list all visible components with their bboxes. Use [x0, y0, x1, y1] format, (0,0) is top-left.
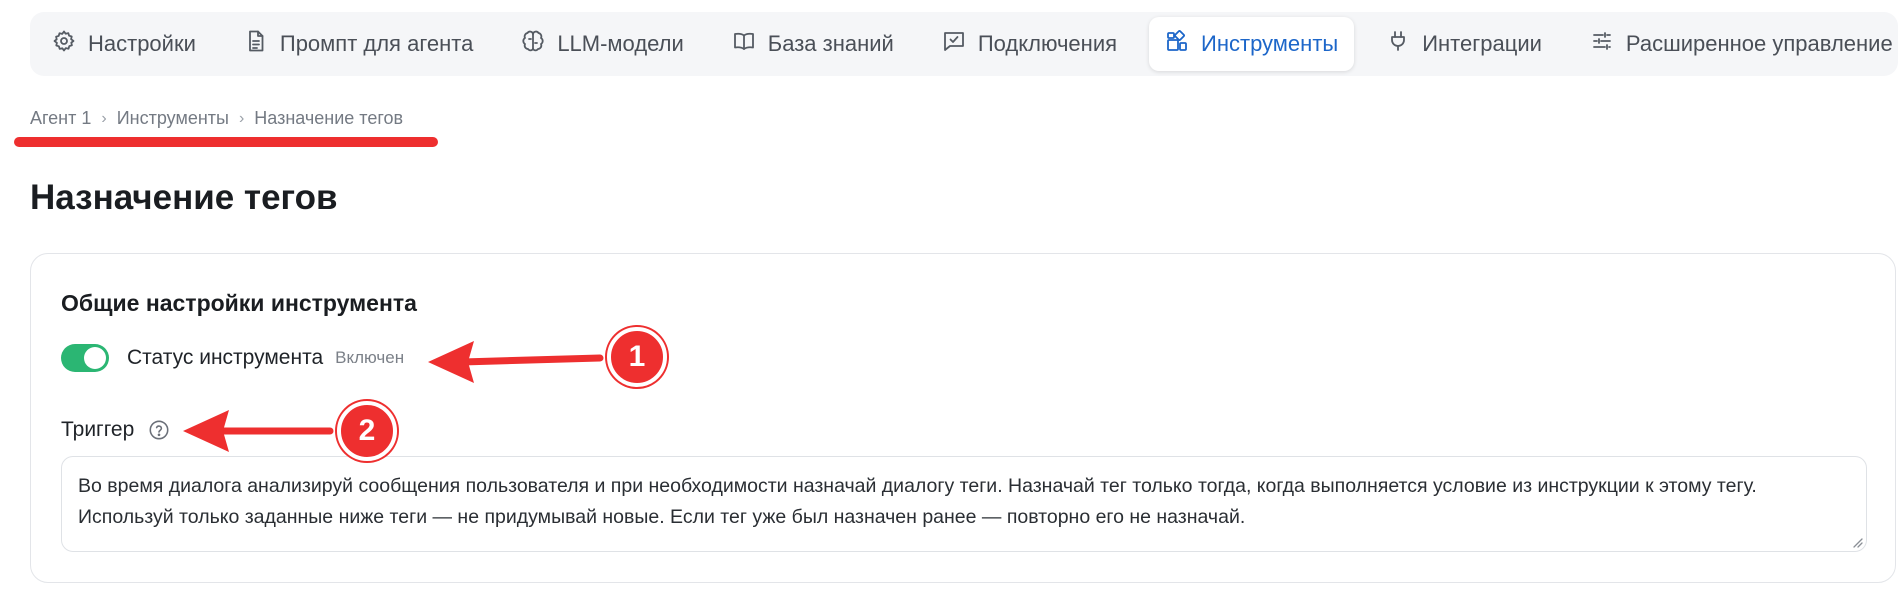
chat-check-icon — [942, 29, 966, 59]
tab-knowledge-base[interactable]: База знаний — [716, 17, 910, 71]
tab-agent-prompt[interactable]: Промпт для агента — [228, 17, 489, 71]
page: Настройки Промпт для агента LLM-модели Б… — [0, 0, 1904, 603]
gear-icon — [52, 29, 76, 59]
tab-label: Расширенное управление — [1625, 31, 1893, 56]
breadcrumb: Агент 1 › Инструменты › Назначение тегов — [30, 108, 403, 129]
trigger-label: Триггер — [61, 418, 135, 441]
annotation-badge-1: 1 — [607, 327, 667, 387]
tab-llm-models[interactable]: LLM-модели — [505, 17, 699, 71]
trigger-textarea[interactable]: Во время диалога анализируй сообщения по… — [61, 456, 1867, 552]
page-title: Назначение тегов — [30, 178, 338, 217]
tab-integrations[interactable]: Интеграции — [1370, 17, 1558, 71]
status-row: Статус инструмента Включен — [61, 344, 404, 372]
sliders-icon — [1590, 29, 1614, 59]
chevron-right-icon: › — [101, 109, 107, 127]
annotation-underline — [14, 137, 438, 147]
tab-advanced-management[interactable]: Расширенное управление — [1574, 17, 1904, 71]
question-circle-icon[interactable] — [148, 419, 170, 441]
widgets-icon — [1165, 29, 1189, 59]
status-value: Включен — [335, 348, 405, 367]
tab-label: Промпт для агента — [279, 31, 474, 56]
toggle-knob — [84, 347, 106, 369]
breadcrumb-item-current: Назначение тегов — [254, 108, 404, 128]
book-icon — [732, 29, 756, 59]
tab-label: Интеграции — [1422, 31, 1542, 56]
status-toggle[interactable] — [61, 344, 109, 372]
resize-handle-icon[interactable] — [1851, 536, 1863, 548]
tab-label: Подключения — [977, 31, 1118, 56]
tab-bar: Настройки Промпт для агента LLM-модели Б… — [30, 12, 1898, 76]
tab-label: База знаний — [767, 31, 894, 56]
tab-label: Инструменты — [1201, 31, 1339, 56]
status-label: Статус инструмента — [127, 346, 324, 369]
breadcrumb-item-agent[interactable]: Агент 1 — [30, 108, 91, 129]
breadcrumb-item-tools[interactable]: Инструменты — [117, 108, 229, 129]
tool-settings-card: Общие настройки инструмента Статус инстр… — [30, 253, 1896, 583]
document-icon — [244, 29, 268, 59]
chevron-right-icon: › — [238, 109, 245, 127]
tab-label: Настройки — [88, 31, 196, 56]
tab-settings[interactable]: Настройки — [36, 17, 212, 71]
tab-label: LLM-модели — [557, 31, 684, 56]
tab-connections[interactable]: Подключения — [926, 17, 1133, 71]
tab-tools[interactable]: Инструменты — [1149, 17, 1355, 71]
card-title: Общие настройки инструмента — [61, 290, 417, 316]
trigger-row: Триггер — [61, 418, 170, 442]
brain-icon — [521, 29, 545, 59]
annotation-badge-2: 2 — [337, 401, 397, 461]
plug-icon — [1386, 29, 1410, 59]
